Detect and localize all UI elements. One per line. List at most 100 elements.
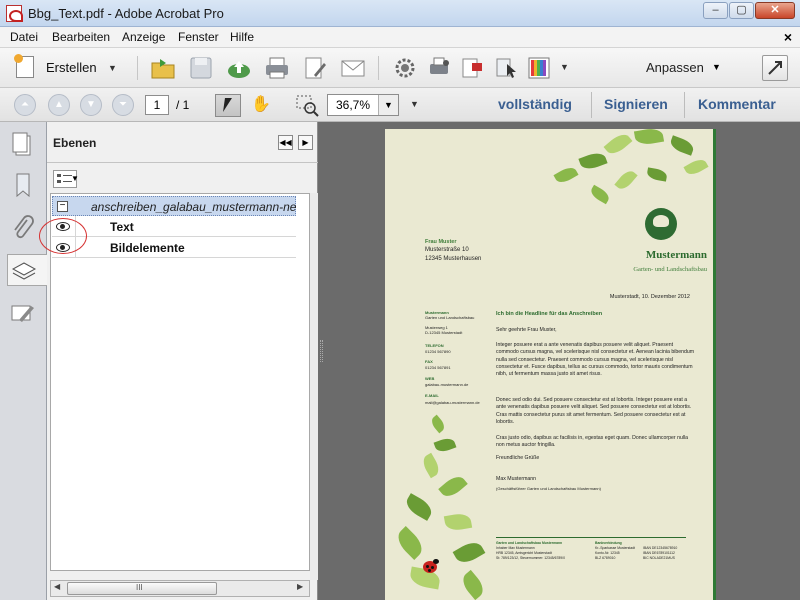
toolbar-separator [684, 92, 685, 118]
sidebar-fax-label: FAX [425, 359, 433, 364]
footer-column-company: Garten und Landschaftsbau Mustermann Inh… [496, 541, 576, 561]
letter-paragraph: Cras justo odio, dapibus ac facilisis in… [496, 435, 689, 449]
edit-document-icon[interactable] [302, 55, 328, 81]
layers-icon [11, 262, 37, 280]
signatures-icon[interactable] [7, 298, 39, 330]
vertical-scrollbar[interactable] [310, 193, 318, 580]
create-button[interactable]: Erstellen ▼ [12, 54, 124, 82]
acrobat-pdf-icon [6, 5, 23, 22]
leaf-graphic [458, 569, 488, 600]
leaf-graphic [646, 167, 668, 182]
leaf-graphic [578, 149, 608, 173]
footer-line: Konto-Nr. 12345 [595, 551, 620, 555]
collapse-minus-icon[interactable]: − [57, 201, 68, 212]
page-thumbnails-icon[interactable] [7, 130, 39, 162]
print-production-icon[interactable] [426, 55, 452, 81]
customize-button[interactable]: Anpassen [646, 60, 704, 75]
select-object-icon[interactable] [494, 55, 520, 81]
zoom-select[interactable]: 36,7% ▼ [327, 94, 399, 116]
footer-title: Bankverbindung [595, 541, 622, 545]
create-pdf-icon [14, 54, 34, 78]
create-button-label: Erstellen [46, 60, 97, 75]
recipient-city: 12345 Musterhausen [425, 256, 482, 262]
collapse-panel-icon[interactable]: ◀◀ [278, 135, 293, 150]
leaf-graphic [553, 164, 579, 186]
letter-paragraph: Integer posuere erat a ante venenatis da… [496, 342, 695, 378]
leaf-graphic [402, 493, 436, 521]
marquee-zoom-icon[interactable] [295, 94, 319, 117]
layer-name: Text [110, 220, 134, 234]
footer-line: Inhaber Max Mustermann [496, 546, 535, 550]
open-folder-icon[interactable] [150, 55, 176, 81]
layers-panel-title: Ebenen [53, 136, 97, 150]
company-logo [645, 208, 677, 240]
print-icon[interactable] [264, 55, 290, 81]
layer-row-text[interactable]: Text [52, 217, 296, 237]
toolbar-overflow-chevron-icon[interactable]: ▼ [410, 99, 419, 109]
hand-tool-icon[interactable]: ✋ [249, 94, 273, 117]
layer-row-bildelemente[interactable]: Bildelemente [52, 238, 296, 258]
page-number-input[interactable]: 1 [145, 95, 169, 115]
next-page-icon[interactable]: ▼ [80, 94, 102, 116]
menu-bearbeiten[interactable]: Bearbeiten [52, 30, 110, 44]
document-close-button[interactable]: × [784, 29, 792, 45]
bookmarks-icon[interactable] [7, 170, 39, 202]
close-button[interactable]: ✕ [755, 2, 795, 19]
expand-icon[interactable] [762, 55, 788, 81]
footer-line: BIC NOLADE21MUS [643, 556, 675, 560]
navigation-toolbar: ⏶ ▲ ▼ ⏷ 1 / 1 ✋ 36,7% ▼ ▼ vollständig Si… [0, 88, 800, 122]
root-layer[interactable]: − anschreiben_galabau_mustermann-ne [52, 196, 296, 216]
recipient-name: Frau Muster [425, 239, 457, 245]
document-view[interactable]: Mustermann Garten- und Landschaftsbau Fr… [318, 122, 800, 600]
chevron-down-icon[interactable]: ▼ [378, 95, 398, 115]
sidebar-city: D-12345 Musterstadt [425, 330, 463, 335]
gear-icon[interactable] [392, 55, 418, 81]
sign-link[interactable]: Signieren [604, 96, 668, 112]
leaf-graphic [452, 538, 486, 567]
first-page-icon[interactable]: ⏶ [14, 94, 36, 116]
pdf-export-icon[interactable] [460, 55, 486, 81]
comment-link[interactable]: Kommentar [698, 96, 776, 112]
menu-datei[interactable]: Datei [10, 30, 38, 44]
footer-line: IBAN DE12345678910 [643, 546, 678, 550]
sidebar-company-sub: Garten und Landschaftsbau [425, 315, 475, 320]
save-icon[interactable] [188, 55, 214, 81]
minimize-button[interactable]: – [703, 2, 728, 19]
letter-date: Musterstadt, 10. Dezember 2012 [609, 294, 690, 300]
page-total: / 1 [176, 98, 190, 112]
expand-panel-icon[interactable]: ▶ [298, 135, 313, 150]
scroll-right-icon[interactable]: ▶ [297, 582, 303, 591]
horizontal-scrollbar[interactable]: ◀ III ▶ [50, 580, 310, 597]
menu-anzeige[interactable]: Anzeige [122, 30, 165, 44]
leaf-graphic [429, 414, 447, 434]
previous-page-icon[interactable]: ▲ [48, 94, 70, 116]
footer-divider [496, 537, 686, 538]
select-tool-icon[interactable] [215, 94, 241, 117]
last-page-icon[interactable]: ⏷ [112, 94, 134, 116]
ladybug-graphic [423, 559, 439, 573]
scrollbar-thumb[interactable]: III [67, 582, 217, 595]
letter-closing: Freundliche Grüße [496, 455, 540, 461]
chevron-down-icon[interactable]: ▼ [712, 62, 721, 72]
attachments-icon[interactable] [7, 212, 39, 244]
toolbar-separator [378, 56, 379, 80]
full-screen-link[interactable]: vollständig [498, 96, 572, 112]
maximize-button[interactable]: ▢ [729, 2, 754, 19]
pdf-page: Mustermann Garten- und Landschaftsbau Fr… [385, 129, 716, 600]
cloud-upload-icon[interactable] [226, 55, 252, 81]
leaf-graphic [393, 526, 427, 560]
annotation-circle [39, 218, 87, 254]
color-separations-icon[interactable] [526, 55, 552, 81]
toolbar-overflow-chevron-icon[interactable]: ▼ [560, 62, 569, 72]
menu-hilfe[interactable]: Hilfe [230, 30, 254, 44]
leaf-graphic [683, 156, 709, 178]
chevron-down-icon[interactable]: ▼ [71, 174, 79, 183]
scroll-left-icon[interactable]: ◀ [54, 582, 60, 591]
footer-line: Kr.-Sparkasse Musterstadt [595, 546, 635, 550]
panel-splitter[interactable] [320, 340, 323, 362]
layers-tab[interactable] [7, 254, 47, 286]
leaf-graphic [633, 129, 665, 147]
email-icon[interactable] [340, 55, 366, 81]
recipient-street: Musterstraße 10 [425, 247, 469, 253]
menu-fenster[interactable]: Fenster [178, 30, 219, 44]
